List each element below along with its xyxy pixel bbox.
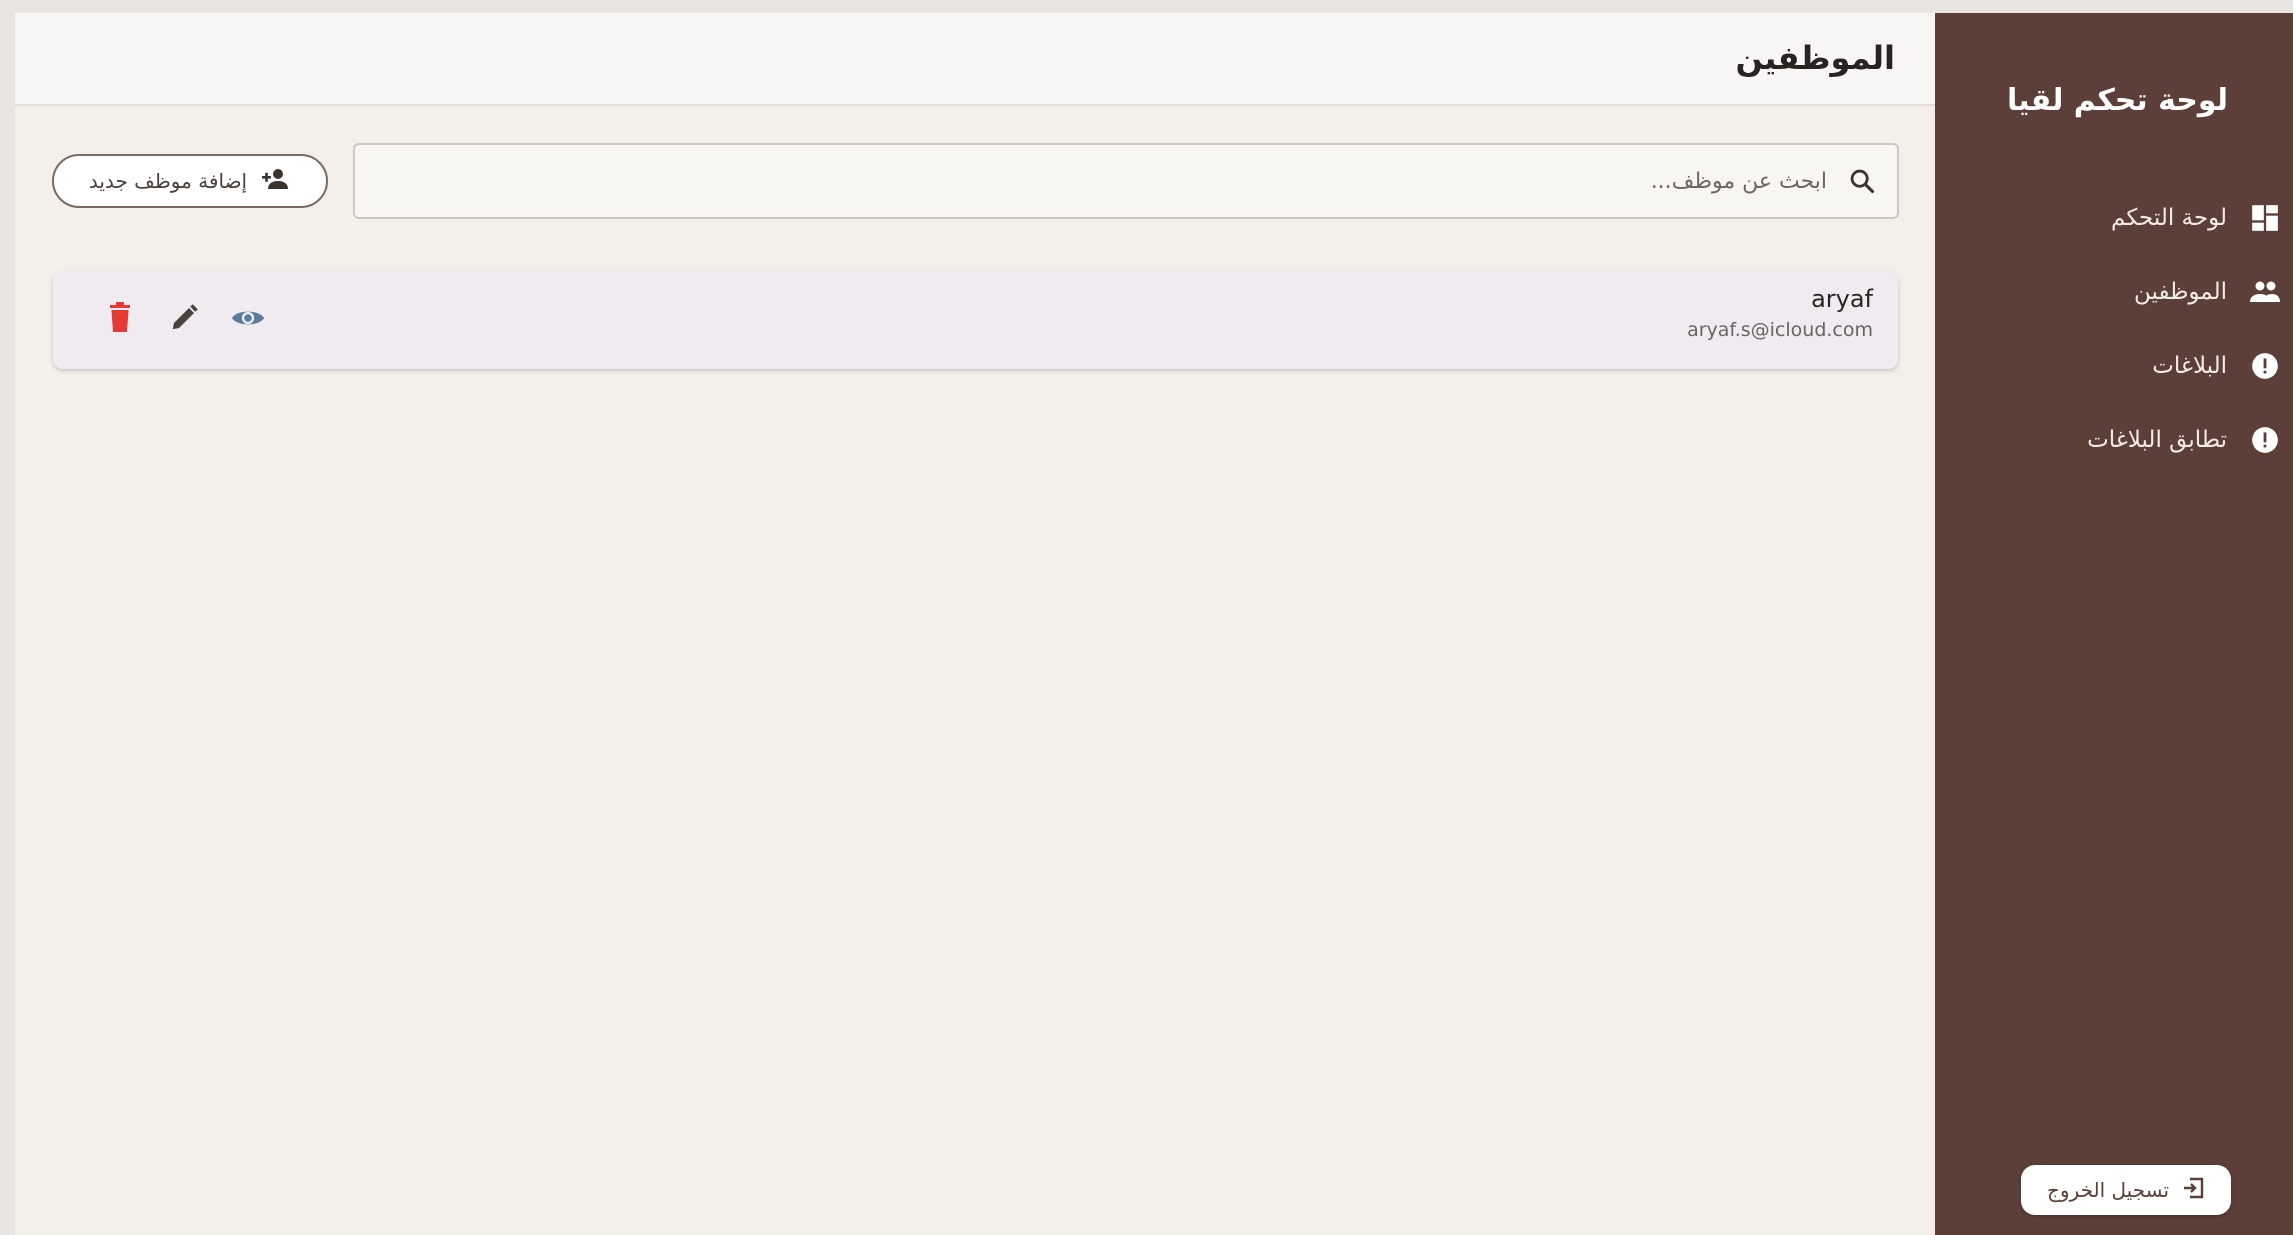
sidebar-nav: لوحة التحكم الموظفين البلاغات تطابق البل…	[1935, 181, 2281, 477]
alert-circle-icon	[2249, 424, 2281, 456]
sidebar-item-label: البلاغات	[2152, 353, 2227, 379]
search-icon	[1845, 164, 1879, 198]
dashboard-icon	[2249, 202, 2281, 234]
logout-button[interactable]: تسجيل الخروج	[2021, 1165, 2231, 1215]
search-input[interactable]	[355, 145, 1845, 217]
page-title: الموظفين	[1735, 39, 1895, 77]
sidebar-item-reports[interactable]: البلاغات	[1935, 329, 2281, 403]
page-header: الموظفين	[15, 13, 1935, 106]
app-window: الموظفين إضافة موظف جديد aryaf aryaf.s@i…	[15, 13, 2293, 1235]
alert-circle-icon	[2249, 350, 2281, 382]
delete-icon[interactable]	[103, 299, 137, 337]
search-box[interactable]	[353, 143, 1899, 219]
add-employee-button[interactable]: إضافة موظف جديد	[52, 154, 328, 208]
sidebar-item-employees[interactable]: الموظفين	[1935, 255, 2281, 329]
sidebar-item-label: الموظفين	[2134, 279, 2227, 305]
edit-icon[interactable]	[167, 299, 201, 337]
sidebar-item-report-matching[interactable]: تطابق البلاغات	[1935, 403, 2281, 477]
people-icon	[2249, 276, 2281, 308]
sidebar-title: لوحة تحكم لقيا	[2006, 83, 2228, 118]
view-icon[interactable]	[231, 299, 265, 337]
logout-label: تسجيل الخروج	[2046, 1178, 2170, 1202]
employee-email: aryaf.s@icloud.com	[1687, 319, 1873, 341]
sidebar-item-label: تطابق البلاغات	[2087, 427, 2227, 453]
employee-info: aryaf aryaf.s@icloud.com	[1687, 285, 1873, 341]
sidebar-item-dashboard[interactable]: لوحة التحكم	[1935, 181, 2281, 255]
add-person-icon	[261, 167, 291, 195]
employee-name: aryaf	[1811, 285, 1873, 313]
add-employee-label: إضافة موظف جديد	[88, 169, 248, 193]
logout-icon	[2181, 1176, 2205, 1204]
sidebar-item-label: لوحة التحكم	[2111, 205, 2227, 231]
employee-actions	[103, 299, 265, 337]
employee-card: aryaf aryaf.s@icloud.com	[53, 271, 1898, 369]
sidebar: لوحة تحكم لقيا لوحة التحكم الموظفين البل…	[1935, 13, 2293, 1235]
